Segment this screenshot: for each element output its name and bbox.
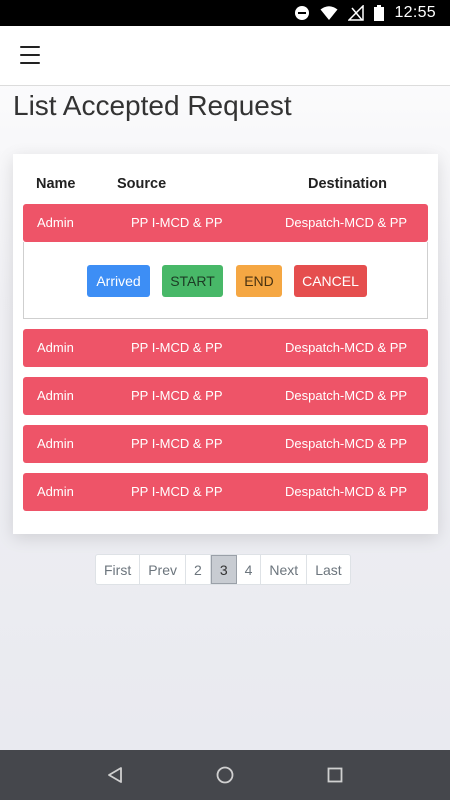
pagination: First Prev 2 3 4 Next Last <box>95 554 351 585</box>
status-time: 12:55 <box>394 4 436 21</box>
system-nav-bar <box>0 750 450 800</box>
page-number[interactable]: 4 <box>237 555 262 584</box>
row-source: PP I-MCD & PP <box>131 340 223 355</box>
row-destination: Despatch-MCD & PP <box>285 484 408 499</box>
home-icon[interactable] <box>205 755 245 795</box>
row-actions-panel: Arrived START END CANCEL <box>23 242 428 319</box>
header-name: Name <box>36 176 76 192</box>
table-row[interactable]: Admin PP I-MCD & PP Despatch-MCD & PP <box>23 377 428 415</box>
start-button[interactable]: START <box>162 265 223 297</box>
header-source: Source <box>117 176 167 192</box>
row-destination: Despatch-MCD & PP <box>285 340 408 355</box>
row-name: Admin <box>37 215 74 230</box>
end-button[interactable]: END <box>236 265 282 297</box>
back-icon[interactable] <box>95 755 135 795</box>
page-number[interactable]: 2 <box>186 555 211 584</box>
table-row[interactable]: Admin PP I-MCD & PP Despatch-MCD & PP <box>23 204 428 242</box>
row-source: PP I-MCD & PP <box>131 436 223 451</box>
do-not-disturb-icon <box>294 5 310 21</box>
row-name: Admin <box>37 340 74 355</box>
app-bar <box>0 26 450 86</box>
row-name: Admin <box>37 388 74 403</box>
requests-card: Name Source Destination Admin PP I-MCD &… <box>13 154 438 534</box>
row-destination: Despatch-MCD & PP <box>285 215 408 230</box>
row-name: Admin <box>37 484 74 499</box>
page-first[interactable]: First <box>96 555 141 584</box>
row-destination: Despatch-MCD & PP <box>285 388 408 403</box>
cancel-button[interactable]: CANCEL <box>294 265 367 297</box>
status-bar: 12:55 <box>0 0 450 26</box>
row-destination: Despatch-MCD & PP <box>285 436 408 451</box>
page-number-active[interactable]: 3 <box>210 555 237 584</box>
arrived-button[interactable]: Arrived <box>87 265 150 297</box>
page-last[interactable]: Last <box>307 555 349 584</box>
page-title: List Accepted Request <box>13 90 292 121</box>
recents-icon[interactable] <box>315 755 355 795</box>
battery-icon <box>374 5 385 21</box>
wifi-icon <box>320 5 338 21</box>
table-row[interactable]: Admin PP I-MCD & PP Despatch-MCD & PP <box>23 329 428 367</box>
hamburger-menu-icon[interactable] <box>20 46 40 64</box>
row-source: PP I-MCD & PP <box>131 484 223 499</box>
header-destination: Destination <box>308 176 387 192</box>
row-source: PP I-MCD & PP <box>131 388 223 403</box>
row-name: Admin <box>37 436 74 451</box>
row-source: PP I-MCD & PP <box>131 215 223 230</box>
table-row[interactable]: Admin PP I-MCD & PP Despatch-MCD & PP <box>23 425 428 463</box>
signal-off-icon <box>348 5 365 21</box>
table-row[interactable]: Admin PP I-MCD & PP Despatch-MCD & PP <box>23 473 428 511</box>
table-header: Name Source Destination <box>13 176 438 196</box>
page-prev[interactable]: Prev <box>140 555 187 584</box>
page-next[interactable]: Next <box>261 555 308 584</box>
